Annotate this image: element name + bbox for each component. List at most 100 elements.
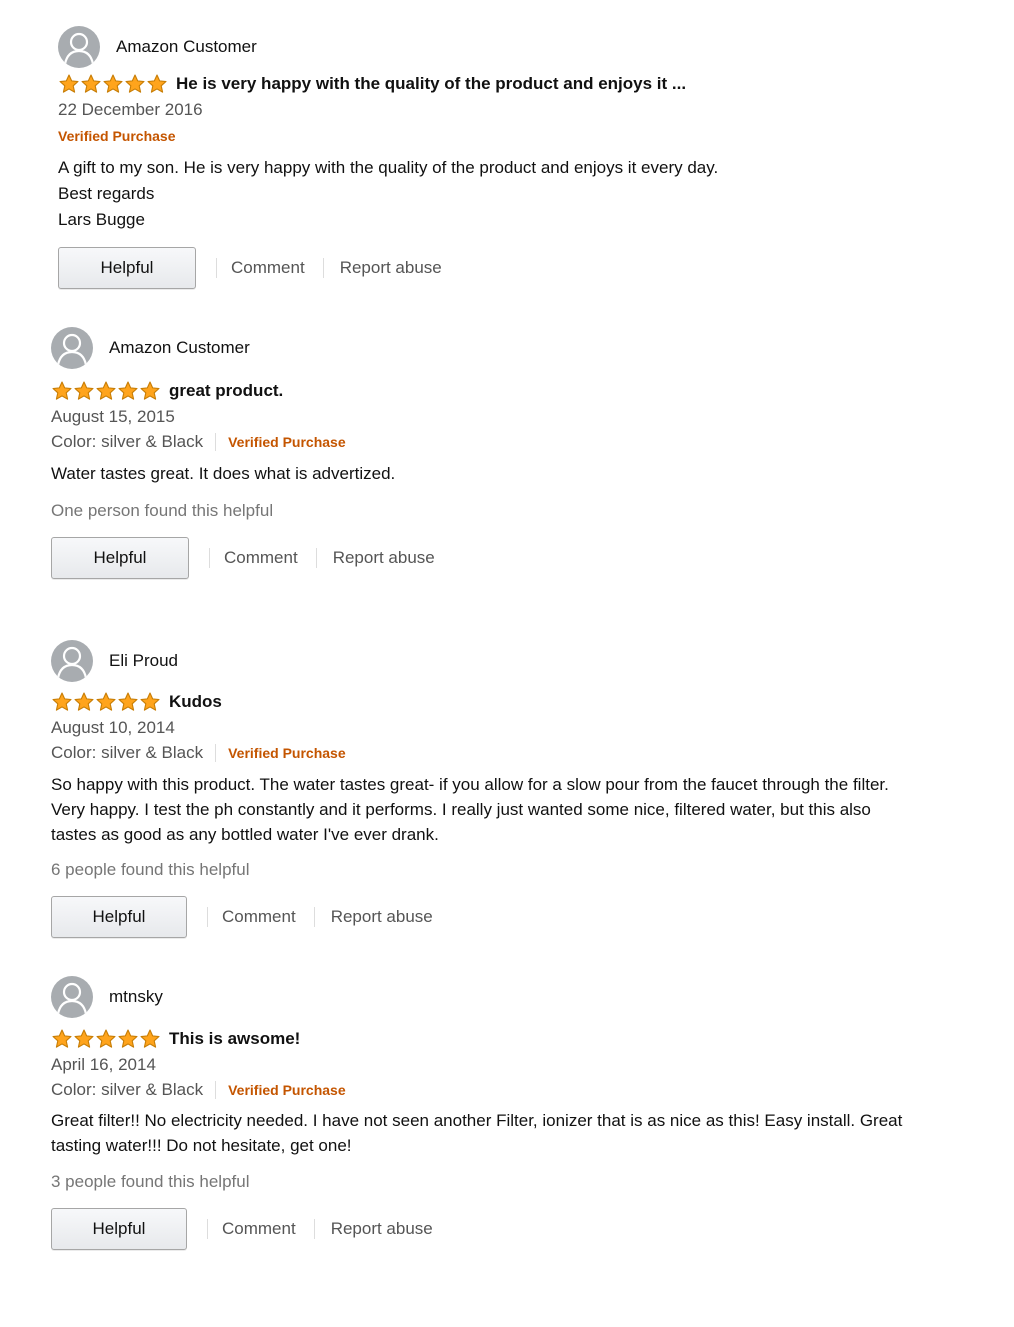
divider — [322, 258, 324, 278]
review-actions: Helpful Comment Report abuse — [58, 246, 998, 290]
star-icon — [103, 74, 123, 93]
review-title[interactable]: This is awsome! — [169, 1029, 300, 1049]
person-icon — [56, 333, 88, 366]
review-2: Amazon Customer great product. August 15… — [51, 326, 991, 580]
star-icon — [147, 74, 167, 93]
report-abuse-link[interactable]: Report abuse — [333, 548, 435, 568]
helpful-count: 3 people found this helpful — [51, 1172, 250, 1191]
color-variant[interactable]: Color: silver & Black — [51, 1079, 203, 1101]
review-body: So happy with this product. The water ta… — [51, 772, 991, 847]
star-icon — [52, 692, 72, 711]
person-icon — [56, 982, 88, 1015]
avatar[interactable] — [58, 26, 100, 68]
avatar[interactable] — [51, 976, 93, 1018]
verified-purchase-badge: Verified Purchase — [228, 434, 346, 450]
comment-link[interactable]: Comment — [231, 258, 305, 278]
star-rating[interactable] — [51, 691, 161, 713]
avatar[interactable] — [51, 327, 93, 369]
helpful-button[interactable]: Helpful — [58, 247, 196, 289]
review-actions: Helpful Comment Report abuse — [51, 1207, 991, 1251]
reviewer-name[interactable]: Amazon Customer — [116, 37, 257, 57]
review-title[interactable]: Kudos — [169, 692, 222, 712]
comment-link[interactable]: Comment — [224, 548, 298, 568]
star-rating[interactable] — [58, 73, 168, 95]
review-4: mtnsky This is awsome! April 16, 2014 Co… — [51, 975, 991, 1251]
review-actions: Helpful Comment Report abuse — [51, 536, 991, 580]
report-abuse-link[interactable]: Report abuse — [331, 907, 433, 927]
star-icon — [74, 381, 94, 400]
report-abuse-link[interactable]: Report abuse — [340, 258, 442, 278]
person-icon — [56, 646, 88, 679]
divider — [209, 548, 210, 568]
star-icon — [118, 381, 138, 400]
comment-link[interactable]: Comment — [222, 1219, 296, 1239]
reviewer-name[interactable]: Eli Proud — [109, 651, 178, 671]
review-date: August 15, 2015 — [51, 407, 175, 426]
helpful-button[interactable]: Helpful — [51, 896, 187, 938]
review-title[interactable]: He is very happy with the quality of the… — [176, 74, 686, 94]
reviewer-profile[interactable]: mtnsky — [51, 975, 991, 1019]
helpful-count: 6 people found this helpful — [51, 860, 250, 879]
star-icon — [140, 1029, 160, 1048]
star-icon — [140, 381, 160, 400]
star-icon — [59, 74, 79, 93]
star-icon — [96, 692, 116, 711]
star-icon — [118, 692, 138, 711]
review-date: August 10, 2014 — [51, 718, 175, 737]
reviewer-profile[interactable]: Amazon Customer — [51, 326, 991, 370]
verified-purchase-badge: Verified Purchase — [228, 745, 346, 761]
review-body-line: tasting water!!! Do not hesitate, get on… — [51, 1136, 352, 1155]
review-actions: Helpful Comment Report abuse — [51, 895, 991, 939]
comment-link[interactable]: Comment — [222, 907, 296, 927]
report-abuse-link[interactable]: Report abuse — [331, 1219, 433, 1239]
star-icon — [81, 74, 101, 93]
color-variant[interactable]: Color: silver & Black — [51, 742, 203, 764]
star-icon — [74, 692, 94, 711]
star-icon — [52, 381, 72, 400]
divider — [216, 258, 217, 278]
reviewer-name[interactable]: mtnsky — [109, 987, 163, 1007]
reviewer-profile[interactable]: Amazon Customer — [58, 25, 998, 69]
review-body-line: Water tastes great. It does what is adve… — [51, 464, 396, 483]
review-body: Water tastes great. It does what is adve… — [51, 461, 991, 486]
divider — [207, 907, 208, 927]
divider — [313, 1219, 315, 1239]
divider — [207, 1219, 208, 1239]
divider — [215, 433, 217, 451]
avatar[interactable] — [51, 640, 93, 682]
helpful-count: One person found this helpful — [51, 501, 274, 520]
review-body-line: Lars Bugge — [58, 210, 145, 229]
review-body-line: Great filter!! No electricity needed. I … — [51, 1111, 903, 1130]
star-rating[interactable] — [51, 1028, 161, 1050]
person-icon — [63, 32, 95, 65]
review-body-line: Very happy. I test the ph constantly and… — [51, 800, 871, 819]
review-body-line: tastes as good as any bottled water I've… — [51, 825, 439, 844]
star-icon — [96, 1029, 116, 1048]
review-date: 22 December 2016 — [58, 100, 203, 119]
review-body: Great filter!! No electricity needed. I … — [51, 1108, 991, 1158]
divider — [315, 548, 317, 568]
review-body: A gift to my son. He is very happy with … — [58, 155, 998, 232]
review-body-line: So happy with this product. The water ta… — [51, 775, 889, 794]
review-3: Eli Proud Kudos August 10, 2014 Color: s… — [51, 639, 991, 939]
divider — [215, 1081, 217, 1099]
divider — [313, 907, 315, 927]
verified-purchase-badge: Verified Purchase — [228, 1082, 346, 1098]
review-body-line: Best regards — [58, 184, 155, 203]
divider — [215, 744, 217, 762]
reviewer-name[interactable]: Amazon Customer — [109, 338, 250, 358]
reviewer-profile[interactable]: Eli Proud — [51, 639, 991, 683]
review-1: Amazon Customer He is very happy with th… — [58, 25, 998, 290]
star-icon — [118, 1029, 138, 1048]
color-variant[interactable]: Color: silver & Black — [51, 431, 203, 453]
star-icon — [96, 381, 116, 400]
verified-purchase-badge: Verified Purchase — [58, 128, 176, 144]
helpful-button[interactable]: Helpful — [51, 537, 189, 579]
helpful-button[interactable]: Helpful — [51, 1208, 187, 1250]
review-date: April 16, 2014 — [51, 1055, 156, 1074]
review-title[interactable]: great product. — [169, 381, 283, 401]
star-icon — [140, 692, 160, 711]
star-rating[interactable] — [51, 380, 161, 402]
review-body-line: A gift to my son. He is very happy with … — [58, 158, 719, 177]
star-icon — [74, 1029, 94, 1048]
